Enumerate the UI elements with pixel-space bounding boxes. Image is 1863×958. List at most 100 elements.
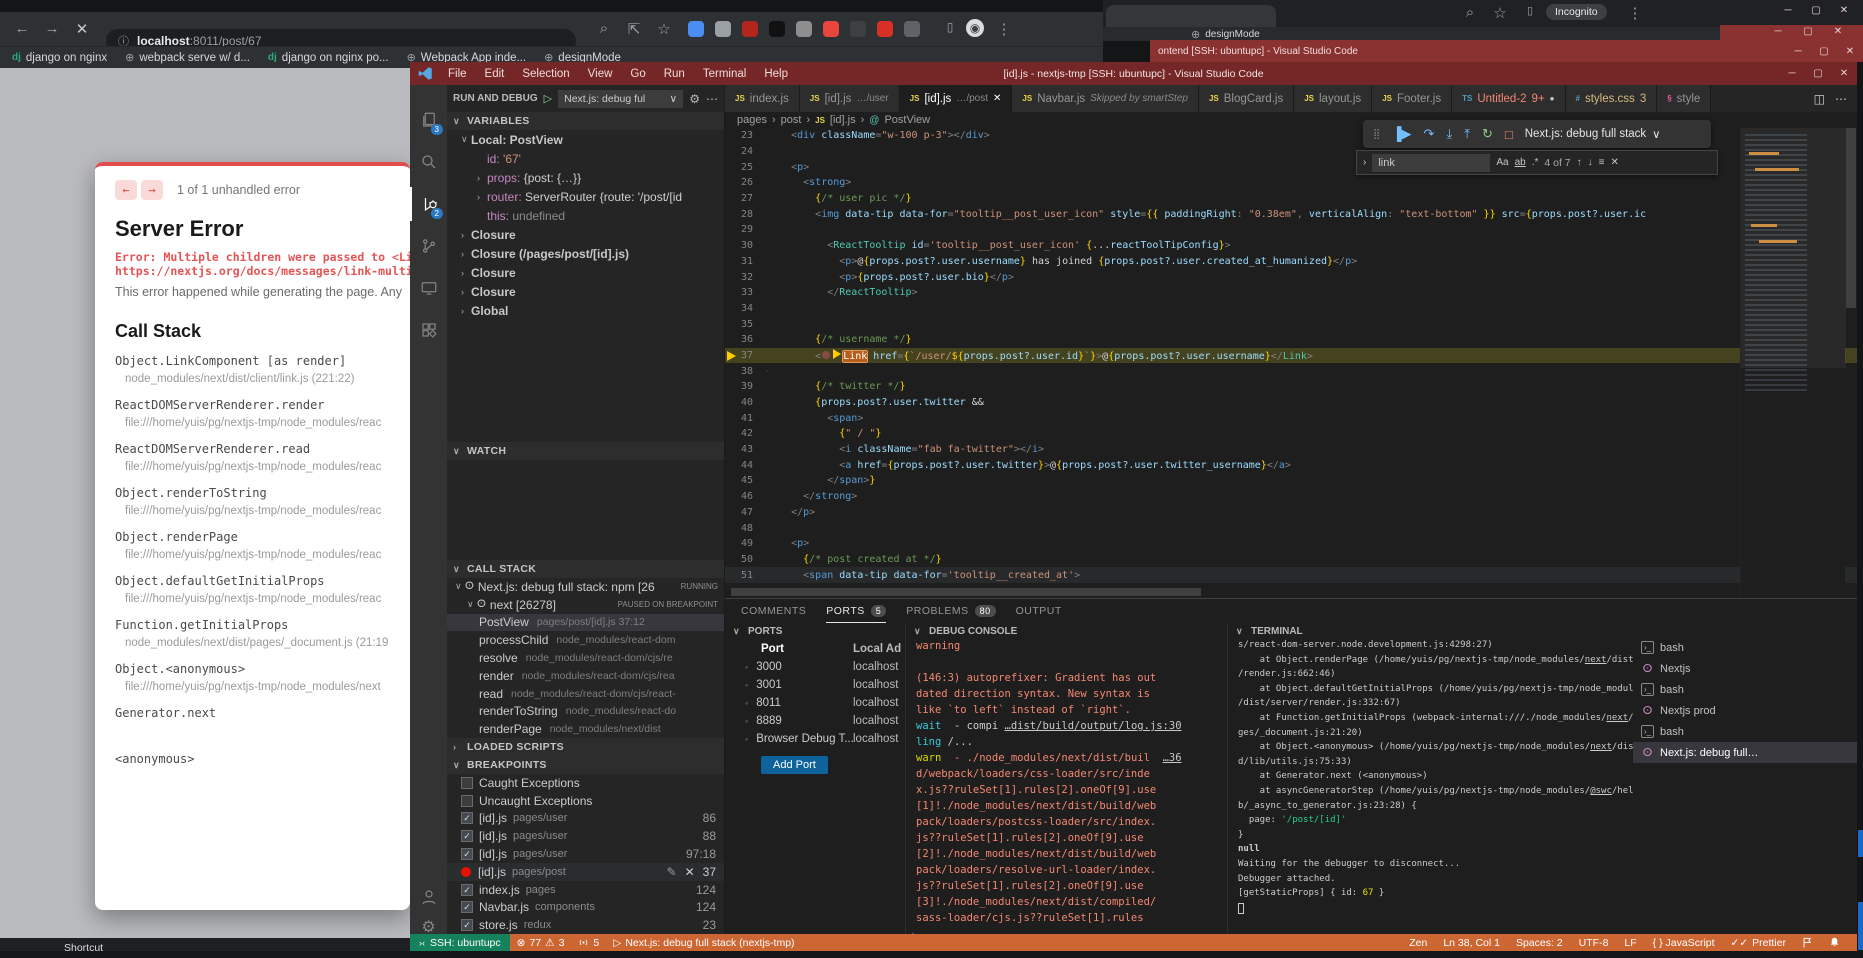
extension-icon[interactable] xyxy=(904,21,920,37)
tab--id-js[interactable]: JS[id].js…/post✕ xyxy=(900,85,1013,112)
whole-word-icon[interactable]: ab xyxy=(1515,157,1526,168)
stop-icon[interactable]: □ xyxy=(1505,127,1513,142)
variable-row[interactable]: ›props: {post: {…}} xyxy=(447,168,724,187)
remove-breakpoint-icon[interactable]: ✕ xyxy=(685,865,703,879)
port-row[interactable]: ◦8011localhost xyxy=(725,694,905,712)
breakpoint-checkbox[interactable]: ✓ xyxy=(461,884,473,896)
bookmark-item[interactable]: djdjango on nginx po... xyxy=(268,52,389,64)
code-line[interactable]: 26 <strong> xyxy=(725,175,1857,191)
status-item[interactable]: Spaces: 2 xyxy=(1509,937,1570,949)
breakpoint-checkbox[interactable]: ✓ xyxy=(461,901,473,913)
watch-section-header[interactable]: ∨WATCH xyxy=(447,442,724,460)
next-error-icon[interactable]: → xyxy=(141,180,163,200)
add-port-button[interactable]: Add Port xyxy=(761,756,828,774)
code-line[interactable]: 41 <span> xyxy=(725,410,1857,426)
status-item[interactable]: ✓✓Prettier xyxy=(1724,937,1793,949)
find-in-selection-icon[interactable]: ≡ xyxy=(1599,157,1605,168)
code-line[interactable]: 42 {" / "} xyxy=(725,426,1857,442)
tab-footer-js[interactable]: JSFooter.js xyxy=(1372,85,1452,112)
code-line[interactable]: 47 </p> xyxy=(725,505,1857,521)
tab-navbar-js[interactable]: JSNavbar.jsSkipped by smartStep xyxy=(1012,85,1199,112)
continue-icon[interactable]: ▐▶ xyxy=(1392,126,1411,142)
bookmark-item[interactable]: djdjango on nginx xyxy=(12,52,107,64)
panel-tab-comments[interactable]: COMMENTS xyxy=(741,599,806,623)
terminal-tab[interactable]: ⵙNext.js: debug full… xyxy=(1633,742,1857,763)
incognito-split-icon[interactable]: ▯ xyxy=(1518,4,1542,17)
bookmark-item[interactable]: ⊕designMode xyxy=(1191,28,1260,41)
breadcrumb-item[interactable]: pages xyxy=(737,114,767,126)
zoom-search-icon[interactable]: ⌕ xyxy=(592,20,616,37)
match-case-icon[interactable]: Aa xyxy=(1496,157,1508,168)
minimize-icon[interactable]: ─ xyxy=(1779,68,1805,79)
code-line[interactable]: 44 <a href={props.post?.user.twitter}>@{… xyxy=(725,457,1857,473)
variable-row[interactable]: this: undefined xyxy=(447,206,724,225)
callstack-row[interactable]: ∨ⵙnext [26278]PAUSED ON BREAKPOINT xyxy=(447,596,724,614)
extension-icon[interactable] xyxy=(688,21,704,37)
step-over-icon[interactable]: ↷ xyxy=(1424,126,1435,142)
code-line[interactable]: 51 <span data-tip data-for='tooltip__cre… xyxy=(725,567,1857,583)
minimize-icon[interactable]: ─ xyxy=(1785,46,1811,57)
menu-run[interactable]: Run xyxy=(655,68,694,80)
remote-indicator[interactable]: ›‹SSH: ubuntupc xyxy=(410,934,510,951)
close-icon[interactable]: ✕ xyxy=(1837,46,1863,57)
tab-styles-css[interactable]: #styles.css 3 xyxy=(1566,85,1658,112)
extension-icon[interactable] xyxy=(850,21,866,37)
debug-config-select[interactable]: Next.js: debug full stack∨ xyxy=(1525,127,1661,141)
code-line[interactable]: 29 xyxy=(725,222,1857,238)
explorer-icon[interactable]: 3 xyxy=(410,103,447,137)
close-icon[interactable]: ✕ xyxy=(1825,26,1851,37)
code-line[interactable]: 48 xyxy=(725,520,1857,536)
menu-help[interactable]: Help xyxy=(755,68,797,80)
breadcrumb-item[interactable]: [id].js xyxy=(830,114,856,126)
extensions-icon[interactable] xyxy=(410,313,447,347)
callstack-row[interactable]: PostViewpages/post/[id].js 37:12 xyxy=(447,614,724,632)
find-close-icon[interactable]: ✕ xyxy=(1611,157,1619,168)
code-line[interactable]: 33 </ReactTooltip> xyxy=(725,285,1857,301)
extension-icon[interactable] xyxy=(877,21,893,37)
menu-terminal[interactable]: Terminal xyxy=(694,68,755,80)
menu-file[interactable]: File xyxy=(439,68,476,80)
code-line[interactable]: 39 {/* twitter */} xyxy=(725,379,1857,395)
share-icon[interactable]: ⇱ xyxy=(622,20,646,38)
find-prev-icon[interactable]: ↑ xyxy=(1577,157,1582,168)
port-address[interactable]: localhost xyxy=(853,697,898,709)
more-actions-icon[interactable]: ⋯ xyxy=(1835,92,1847,106)
incognito-maximize-icon[interactable]: ▢ xyxy=(1803,5,1829,16)
incognito-star-icon[interactable]: ☆ xyxy=(1488,4,1512,22)
feedback-icon[interactable] xyxy=(1795,937,1820,948)
tab-blogcard-js[interactable]: JSBlogCard.js xyxy=(1199,85,1294,112)
breakpoint-row[interactable]: ✓store.jsredux23 xyxy=(447,916,724,934)
regex-icon[interactable]: .* xyxy=(1532,157,1539,168)
split-window-icon[interactable]: ▯ xyxy=(938,20,962,34)
tab-style[interactable]: §style xyxy=(1657,85,1711,112)
breakpoint-checkbox[interactable] xyxy=(461,795,473,807)
breakpoint-row[interactable]: ✓[id].jspages/user97:18 xyxy=(447,845,724,863)
breakpoint-row[interactable]: ✓[id].jspages/user86 xyxy=(447,810,724,828)
code-line[interactable]: 43 <i className="fab fa-twitter"></i> xyxy=(725,442,1857,458)
code-line[interactable]: 28 <img data-tip data-for="tooltip__post… xyxy=(725,206,1857,222)
variable-row[interactable]: ›Closure (/pages/post/[id].js) xyxy=(447,244,724,263)
panel-tab-problems[interactable]: PROBLEMS80 xyxy=(906,599,995,623)
port-address[interactable]: localhost xyxy=(853,733,898,745)
status-item[interactable]: UTF-8 xyxy=(1572,937,1616,949)
tab-index-js[interactable]: JSindex.js xyxy=(725,85,800,112)
port-address[interactable]: localhost xyxy=(853,679,898,691)
terminal-tab[interactable]: ›_bash xyxy=(1633,637,1857,658)
minimize-icon[interactable]: ─ xyxy=(1765,26,1791,37)
code-line[interactable]: 31 <p>@{props.post?.user.username} has j… xyxy=(725,254,1857,270)
port-row[interactable]: ◦Browser Debug T...localhost xyxy=(725,730,905,748)
launch-config-select[interactable]: Next.js: debug ful∨ xyxy=(558,90,683,108)
extension-icon[interactable] xyxy=(715,21,731,37)
step-into-icon[interactable]: ⤓ xyxy=(1446,126,1452,142)
tab--id-js[interactable]: JS[id].js…/user xyxy=(800,85,900,112)
bell-icon[interactable] xyxy=(1822,937,1847,948)
breakpoint-checkbox[interactable] xyxy=(461,777,473,789)
remote-explorer-icon[interactable] xyxy=(410,271,447,305)
avatar[interactable]: ◉ xyxy=(966,19,984,37)
breakpoint-checkbox[interactable]: ✓ xyxy=(461,830,473,842)
close-icon[interactable]: ✕ xyxy=(1831,68,1857,79)
prev-error-icon[interactable]: ← xyxy=(115,180,137,200)
menu-view[interactable]: View xyxy=(579,68,622,80)
code-line[interactable]: 50 {/* post created at */} xyxy=(725,552,1857,568)
incognito-close-icon[interactable]: ✕ xyxy=(1831,5,1857,16)
